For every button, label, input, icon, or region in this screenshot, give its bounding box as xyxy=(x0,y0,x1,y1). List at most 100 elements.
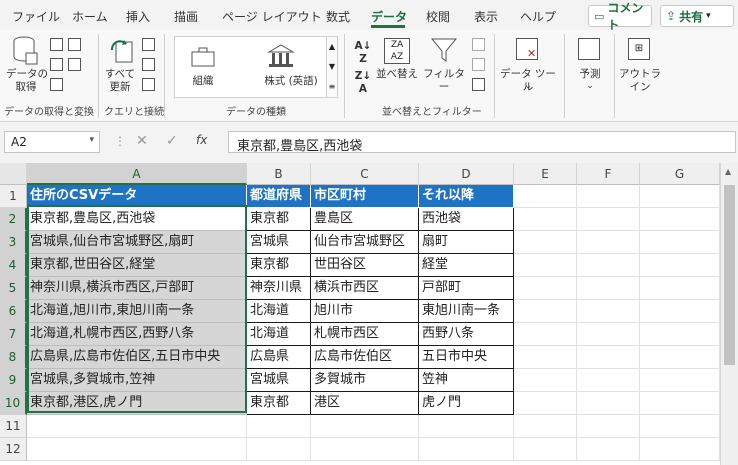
cell-g5[interactable] xyxy=(640,277,720,300)
cell-b8[interactable]: 広島県 xyxy=(247,346,311,369)
advanced-filter-icon[interactable] xyxy=(472,78,485,91)
organization-type-button[interactable] xyxy=(189,45,217,72)
cell-c5[interactable]: 横浜市西区 xyxy=(311,277,419,300)
cell-c9[interactable]: 多賀城市 xyxy=(311,369,419,392)
cell-c7[interactable]: 札幌市西区 xyxy=(311,323,419,346)
scroll-thumb[interactable] xyxy=(724,185,735,365)
cell-g6[interactable] xyxy=(640,300,720,323)
cell-g2[interactable] xyxy=(640,208,720,231)
cell-f12[interactable] xyxy=(577,438,640,461)
cell-e6[interactable] xyxy=(514,300,577,323)
cell-d5[interactable]: 戸部町 xyxy=(419,277,514,300)
tab-data[interactable]: データ xyxy=(371,8,407,25)
row-header-4[interactable]: 4 xyxy=(0,254,27,277)
cell-d7[interactable]: 西野八条 xyxy=(419,323,514,346)
cell-c4[interactable]: 世田谷区 xyxy=(311,254,419,277)
table-range-icon[interactable] xyxy=(50,58,63,71)
cell-c11[interactable] xyxy=(311,415,419,438)
cell-b2[interactable]: 東京都 xyxy=(247,208,311,231)
cell-b12[interactable] xyxy=(247,438,311,461)
row-header-6[interactable]: 6 xyxy=(0,300,27,323)
clear-filter-icon[interactable] xyxy=(472,38,485,51)
sort-icon[interactable]: ZA AZ xyxy=(384,38,410,64)
cell-f11[interactable] xyxy=(577,415,640,438)
sort-button[interactable]: 並べ替え xyxy=(374,68,420,81)
chevron-down-icon[interactable]: ⌄ xyxy=(582,80,598,93)
comment-button[interactable]: ▭ コメント xyxy=(588,1,652,32)
cell-b5[interactable]: 神奈川県 xyxy=(247,277,311,300)
cancel-icon[interactable]: ✕ xyxy=(136,133,148,149)
data-tools-icon[interactable]: ✕ xyxy=(516,38,538,60)
tab-insert[interactable]: 挿入 xyxy=(126,8,150,25)
cell-g11[interactable] xyxy=(640,415,720,438)
refresh-all-label[interactable]: すべて 更新 xyxy=(102,68,138,94)
row-header-2[interactable]: 2 xyxy=(0,208,27,231)
cell-a4[interactable]: 東京都,世田谷区,経堂 xyxy=(27,254,247,277)
worksheet-grid[interactable]: A B C D E F G 1 2 3 4 5 6 7 8 9 10 11 12 住所のCSVデータ都… xyxy=(0,163,720,465)
cell-e12[interactable] xyxy=(514,438,577,461)
chevron-down-icon[interactable]: ⌄ xyxy=(520,80,536,93)
cell-e2[interactable] xyxy=(514,208,577,231)
cell-e11[interactable] xyxy=(514,415,577,438)
column-header-d[interactable]: D xyxy=(419,163,514,185)
cell-b9[interactable]: 宮城県 xyxy=(247,369,311,392)
cell-b1[interactable]: 都道府県 xyxy=(247,185,311,208)
forecast-icon[interactable] xyxy=(578,38,600,60)
cell-f8[interactable] xyxy=(577,346,640,369)
cell-e7[interactable] xyxy=(514,323,577,346)
recent-sources-icon[interactable] xyxy=(68,58,81,71)
data-types-gallery[interactable]: 組織 株式 (英語) xyxy=(174,36,336,98)
cell-f4[interactable] xyxy=(577,254,640,277)
cell-c8[interactable]: 広島市佐伯区 xyxy=(311,346,419,369)
select-all-corner[interactable] xyxy=(0,163,27,185)
cell-f9[interactable] xyxy=(577,369,640,392)
web-icon[interactable] xyxy=(68,38,81,51)
cell-e9[interactable] xyxy=(514,369,577,392)
cell-d10[interactable]: 虎ノ門 xyxy=(419,392,514,415)
cell-a8[interactable]: 広島県,広島市佐伯区,五日市中央 xyxy=(27,346,247,369)
share-button[interactable]: ⇪ 共有 ▾ xyxy=(660,5,734,27)
cell-e8[interactable] xyxy=(514,346,577,369)
cell-g4[interactable] xyxy=(640,254,720,277)
cell-d9[interactable]: 笠神 xyxy=(419,369,514,392)
cell-d3[interactable]: 扇町 xyxy=(419,231,514,254)
column-header-a[interactable]: A xyxy=(27,163,247,185)
more-options-icon[interactable]: ⋮ xyxy=(114,134,126,148)
cell-b3[interactable]: 宮城県 xyxy=(247,231,311,254)
tab-page-layout[interactable]: ページ レイアウト xyxy=(222,8,322,25)
tab-home[interactable]: ホーム xyxy=(72,8,108,25)
formula-input[interactable]: 東京都,豊島区,西池袋 xyxy=(228,131,736,154)
tab-review[interactable]: 校閲 xyxy=(426,8,450,25)
vertical-scrollbar[interactable]: ▲ xyxy=(720,163,738,465)
scroll-up-icon[interactable]: ▲ xyxy=(725,167,731,176)
row-header-12[interactable]: 12 xyxy=(0,438,27,461)
cell-e10[interactable] xyxy=(514,392,577,415)
cell-b4[interactable]: 東京都 xyxy=(247,254,311,277)
cell-b6[interactable]: 北海道 xyxy=(247,300,311,323)
enter-icon[interactable]: ✓ xyxy=(166,133,178,149)
row-header-5[interactable]: 5 xyxy=(0,277,27,300)
cell-g10[interactable] xyxy=(640,392,720,415)
reapply-filter-icon[interactable] xyxy=(472,58,485,71)
column-header-e[interactable]: E xyxy=(514,163,577,185)
row-header-7[interactable]: 7 xyxy=(0,323,27,346)
cell-f10[interactable] xyxy=(577,392,640,415)
row-header-10[interactable]: 10 xyxy=(0,392,27,415)
cell-a11[interactable] xyxy=(27,415,247,438)
cell-g7[interactable] xyxy=(640,323,720,346)
cell-a12[interactable] xyxy=(27,438,247,461)
text-csv-icon[interactable] xyxy=(50,38,63,51)
row-header-9[interactable]: 9 xyxy=(0,369,27,392)
column-header-f[interactable]: F xyxy=(577,163,640,185)
insert-function-icon[interactable]: fx xyxy=(196,133,207,147)
filter-button[interactable] xyxy=(430,36,458,67)
cell-d12[interactable] xyxy=(419,438,514,461)
name-box[interactable]: A2 ▾ xyxy=(4,131,100,153)
cell-f6[interactable] xyxy=(577,300,640,323)
chevron-down-icon[interactable]: ▾ xyxy=(89,135,94,145)
cell-a7[interactable]: 北海道,札幌市西区,西野八条 xyxy=(27,323,247,346)
filter-label[interactable]: フィルター xyxy=(422,68,466,94)
column-header-c[interactable]: C xyxy=(311,163,419,185)
cell-f5[interactable] xyxy=(577,277,640,300)
refresh-all-button[interactable] xyxy=(108,36,134,67)
